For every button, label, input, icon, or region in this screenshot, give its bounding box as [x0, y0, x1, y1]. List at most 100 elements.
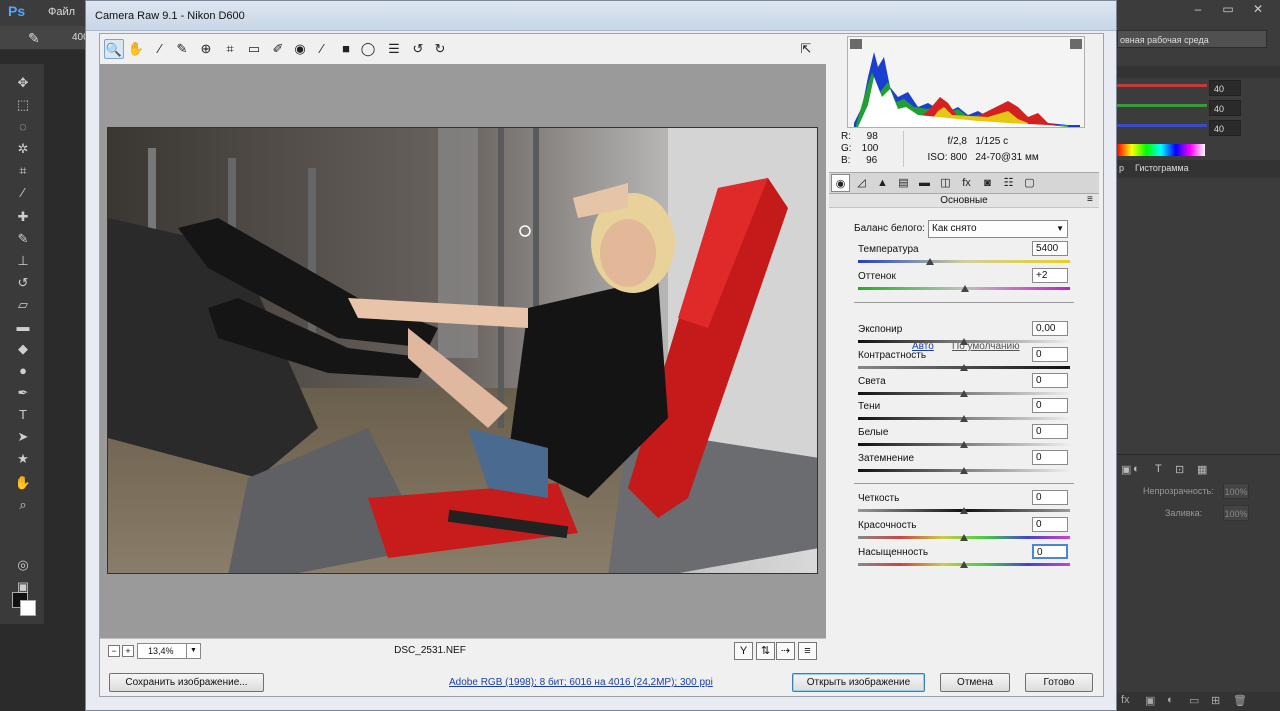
eyedropper-tool-icon[interactable]: ⁄	[14, 184, 32, 202]
quick-select-icon[interactable]: ✲	[14, 140, 32, 158]
crop-tool-icon[interactable]: ⌗	[14, 162, 32, 180]
save-image-button[interactable]: Сохранить изображение...	[109, 673, 264, 692]
trash-icon[interactable]: 🗑	[1233, 694, 1247, 707]
new-layer-icon[interactable]: ⊞	[1211, 694, 1220, 707]
white-balance-tool-icon[interactable]: ⁄	[150, 39, 170, 59]
red-value[interactable]: 40	[1209, 80, 1241, 96]
tab-split-toning[interactable]: ▬	[915, 174, 934, 192]
blur-tool-icon[interactable]: ◆	[14, 340, 32, 358]
tab-camera-calibration[interactable]: ◙	[978, 174, 997, 192]
adjustment-filter-icon[interactable]: ◐	[1133, 463, 1140, 475]
temperature-thumb[interactable]	[926, 258, 934, 265]
rotate-left-icon[interactable]: ↺	[408, 39, 428, 59]
clarity-field[interactable]: 0	[1032, 490, 1068, 505]
group-icon[interactable]: ▭	[1189, 694, 1199, 707]
stamp-tool-icon[interactable]: ⊥	[14, 252, 32, 270]
shadow-clip-warning-icon[interactable]	[850, 39, 862, 49]
cancel-button[interactable]: Отмена	[940, 673, 1010, 692]
preview-canvas[interactable]	[100, 64, 826, 638]
zoom-out-icon[interactable]: −	[108, 645, 120, 657]
smart-filter-icon[interactable]: ▦	[1197, 463, 1207, 476]
fx-icon[interactable]: fx	[1121, 694, 1130, 706]
shadows-field[interactable]: 0	[1032, 398, 1068, 413]
opacity-field[interactable]: 100%	[1223, 483, 1249, 499]
gradient-tool-icon[interactable]: ▬	[14, 318, 32, 336]
zoom-tool-icon[interactable]: 🔍	[104, 39, 124, 59]
type-tool-icon[interactable]: T	[14, 406, 32, 424]
background-color-swatch[interactable]	[20, 600, 36, 616]
blue-slider[interactable]	[1117, 124, 1207, 127]
temperature-field[interactable]: 5400	[1032, 241, 1068, 256]
straighten-tool-icon[interactable]: ▭	[244, 39, 264, 59]
blacks-field[interactable]: 0	[1032, 450, 1068, 465]
done-button[interactable]: Готово	[1025, 673, 1093, 692]
green-slider[interactable]	[1117, 104, 1207, 107]
whites-field[interactable]: 0	[1032, 424, 1068, 439]
highlight-clip-warning-icon[interactable]	[1070, 39, 1082, 49]
screen-mode-icon[interactable]: ▣	[14, 578, 32, 596]
clarity-thumb[interactable]	[960, 507, 968, 514]
open-image-button[interactable]: Открыть изображение	[792, 673, 925, 692]
before-after-icon[interactable]: Y	[734, 642, 753, 660]
zoom-in-icon[interactable]: +	[122, 645, 134, 657]
toggle-panel-icon[interactable]: ≡	[798, 642, 817, 660]
shape-tool-icon[interactable]: ★	[14, 450, 32, 468]
pen-tool-icon[interactable]: ✒	[14, 384, 32, 402]
highlights-thumb[interactable]	[960, 390, 968, 397]
close-icon[interactable]: ✕	[1244, 0, 1272, 18]
tab-hsl[interactable]: ▤	[894, 174, 913, 192]
targeted-adjust-icon[interactable]: ⊕	[196, 39, 216, 59]
minimize-icon[interactable]: –	[1184, 0, 1212, 18]
red-slider[interactable]	[1117, 84, 1207, 87]
workspace-select[interactable]: овная рабочая среда	[1117, 30, 1267, 48]
preferences-icon[interactable]: ☰	[384, 39, 404, 59]
eraser-tool-icon[interactable]: ▱	[14, 296, 32, 314]
workflow-options-link[interactable]: Adobe RGB (1998); 8 бит; 6016 на 4016 (2…	[449, 677, 713, 688]
menu-file[interactable]: Файл	[48, 6, 75, 18]
whites-thumb[interactable]	[960, 441, 968, 448]
hand-tool-icon[interactable]: ✋	[14, 474, 32, 492]
temperature-slider[interactable]	[858, 260, 1070, 263]
radial-filter-icon[interactable]: ◯	[358, 39, 378, 59]
tab-prefix[interactable]: р	[1119, 163, 1124, 173]
tab-presets[interactable]: ☷	[999, 174, 1018, 192]
rotate-right-icon[interactable]: ↻	[430, 39, 450, 59]
panel-menu-icon[interactable]: ≡	[1087, 194, 1093, 205]
white-balance-select[interactable]: Как снято ▼	[928, 220, 1068, 238]
zoom-tool-icon[interactable]: ⌕	[14, 496, 32, 514]
photo-preview[interactable]	[107, 127, 818, 574]
mask-icon[interactable]: ▣	[1145, 694, 1155, 707]
chevron-down-icon[interactable]: ▼	[186, 644, 200, 658]
saturation-thumb[interactable]	[960, 561, 968, 568]
brush-tool-icon[interactable]: ✎	[14, 230, 32, 248]
exposure-thumb[interactable]	[960, 338, 968, 345]
tab-lens-corrections[interactable]: ◫	[936, 174, 955, 192]
swap-settings-icon[interactable]: ⇅	[756, 642, 775, 660]
vibrance-thumb[interactable]	[960, 534, 968, 541]
healing-tool-icon[interactable]: ✚	[14, 208, 32, 226]
vibrance-field[interactable]: 0	[1032, 517, 1068, 532]
graduated-filter-icon[interactable]: ■	[336, 39, 356, 59]
shape-filter-icon[interactable]: ⊡	[1175, 463, 1184, 476]
shadows-thumb[interactable]	[960, 415, 968, 422]
tab-snapshots[interactable]: ▢	[1020, 174, 1039, 192]
contrast-thumb[interactable]	[960, 364, 968, 371]
path-select-icon[interactable]: ➤	[14, 428, 32, 446]
tint-field[interactable]: +2	[1032, 268, 1068, 283]
color-spectrum[interactable]	[1117, 144, 1205, 156]
spot-removal-icon[interactable]: ✐	[268, 39, 288, 59]
exposure-field[interactable]: 0,00	[1032, 321, 1068, 336]
type-filter-icon[interactable]: T	[1155, 463, 1162, 475]
red-eye-icon[interactable]: ◉	[290, 39, 310, 59]
fill-field[interactable]: 100%	[1223, 505, 1249, 521]
contrast-field[interactable]: 0	[1032, 347, 1068, 362]
dodge-tool-icon[interactable]: ●	[14, 362, 32, 380]
adjustment-icon[interactable]: ◐	[1167, 694, 1174, 706]
tab-tone-curve[interactable]: ◿	[852, 174, 871, 192]
fullscreen-icon[interactable]: ⇱	[796, 39, 816, 59]
highlights-field[interactable]: 0	[1032, 373, 1068, 388]
tint-thumb[interactable]	[961, 285, 969, 292]
move-tool-icon[interactable]: ✥	[14, 74, 32, 92]
quick-mask-icon[interactable]: ◎	[14, 556, 32, 574]
crop-tool-icon[interactable]: ⌗	[220, 39, 240, 59]
